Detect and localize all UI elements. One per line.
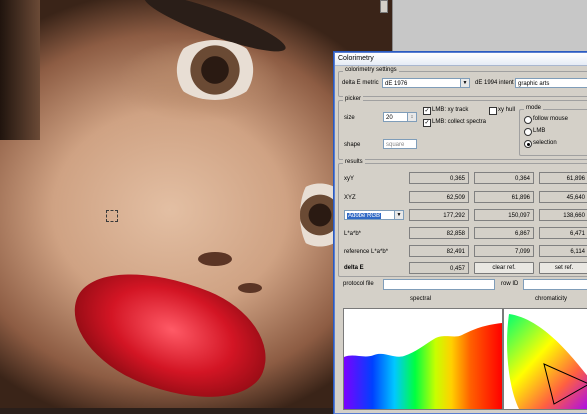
spectral-label: spectral	[410, 296, 432, 302]
result-value: 0,364	[474, 172, 534, 184]
shape-value: square	[386, 142, 405, 148]
chromaticity-diagram	[507, 314, 587, 409]
intent-label: dE 1994 intent	[475, 80, 514, 86]
chromaticity-label: chromaticity	[535, 296, 568, 302]
result-value: 45,640	[539, 191, 587, 203]
colorimetry-dialog: Colorimetry colorimetry settings delta E…	[334, 52, 587, 414]
result-value: 82,491	[409, 245, 469, 257]
result-value: 7,099	[474, 245, 534, 257]
result-value: 0,365	[409, 172, 469, 184]
mode-lmb-label: LMB	[533, 128, 546, 134]
set-ref-button[interactable]: set ref.	[539, 262, 587, 274]
lmb-xy-track-checkbox[interactable]: ✓	[423, 107, 431, 115]
size-label: size	[344, 115, 355, 121]
delta-e-label: delta E	[344, 265, 364, 271]
result-value: 6,471	[539, 227, 587, 239]
result-value: 150,097	[474, 209, 534, 221]
settings-group-label: colorimetry settings	[343, 67, 399, 73]
result-value: 82,858	[409, 227, 469, 239]
scrollbar[interactable]	[380, 0, 388, 13]
lmb-collect-checkbox[interactable]: ✓	[423, 119, 431, 127]
protocol-file-input[interactable]	[383, 279, 495, 290]
result-value: 138,660	[539, 209, 587, 221]
mode-selection-radio[interactable]	[524, 140, 532, 148]
result-row-label: reference L*a*b*	[344, 249, 389, 255]
lmb-collect-label: LMB: collect spectra	[432, 119, 487, 125]
result-value: 6,114	[539, 245, 587, 257]
result-row-label: L*a*b*	[344, 231, 362, 237]
result-row-label: xyY	[344, 176, 355, 182]
spectral-graph	[344, 323, 502, 409]
row-id-label: row ID	[501, 281, 519, 287]
result-value: 62,509	[409, 191, 469, 203]
shape-label: shape	[344, 142, 361, 148]
picker-group-label: picker	[343, 96, 364, 102]
clear-ref-button[interactable]: clear ref.	[474, 262, 534, 274]
result-row-label: XYZ	[344, 195, 356, 201]
gamut-horseshoe	[507, 314, 587, 409]
mode-lmb-radio[interactable]	[524, 128, 532, 136]
colorspace-value: Adobe RGB	[347, 213, 382, 219]
mode-group: mode follow mouse LMB selection	[519, 105, 587, 156]
nostril	[238, 283, 262, 293]
nostril	[198, 252, 232, 266]
result-value: 61,896	[474, 191, 534, 203]
size-value: 20	[386, 115, 393, 121]
results-group-label: results	[343, 159, 365, 165]
delta-e-value: 0,457	[409, 262, 469, 274]
colorspace-select[interactable]: Adobe RGB ▼	[344, 210, 404, 220]
result-value: 177,292	[409, 209, 469, 221]
mode-selection-label: selection	[533, 140, 557, 146]
lmb-xy-track-label: LMB: xy track	[432, 107, 469, 113]
intent-select[interactable]: graphic arts	[515, 78, 587, 88]
intent-value: graphic arts	[518, 81, 550, 87]
protocol-file-label: protocol file	[343, 281, 374, 287]
results-group: results xyY 0,365 0,364 61,896 XYZ 62,50…	[338, 159, 587, 277]
spectral-plot	[343, 308, 503, 410]
size-spinner[interactable]: 20 ↕	[383, 112, 417, 122]
mode-follow-radio[interactable]	[524, 116, 532, 124]
chromaticity-plot	[503, 308, 587, 410]
background-window	[392, 0, 587, 56]
result-value: 61,896	[539, 172, 587, 184]
delta-metric-select[interactable]: dE 1976 ▼	[382, 78, 470, 88]
settings-group: colorimetry settings delta E metric dE 1…	[338, 67, 587, 97]
hair	[0, 0, 40, 140]
delta-metric-label: delta E metric	[342, 80, 379, 86]
lips	[56, 246, 284, 408]
spinner-icon[interactable]: ↕	[407, 113, 416, 121]
eye	[170, 40, 260, 100]
mode-group-label: mode	[524, 105, 544, 111]
chevron-down-icon: ▼	[394, 211, 403, 219]
picker-group: picker size 20 ↕ ✓ LMB: xy track xy hull…	[338, 96, 587, 160]
delta-metric-value: dE 1976	[385, 81, 408, 87]
spectrum-curve	[344, 323, 502, 409]
mode-follow-label: follow mouse	[533, 116, 569, 122]
picker-marker[interactable]	[106, 210, 118, 222]
xy-hull-checkbox[interactable]	[489, 107, 497, 115]
dialog-title[interactable]: Colorimetry	[335, 53, 587, 66]
shape-select[interactable]: square	[383, 139, 417, 149]
result-value: 6,867	[474, 227, 534, 239]
row-id-input[interactable]	[523, 279, 587, 290]
xy-hull-label: xy hull	[498, 107, 516, 113]
chevron-down-icon: ▼	[460, 79, 469, 87]
